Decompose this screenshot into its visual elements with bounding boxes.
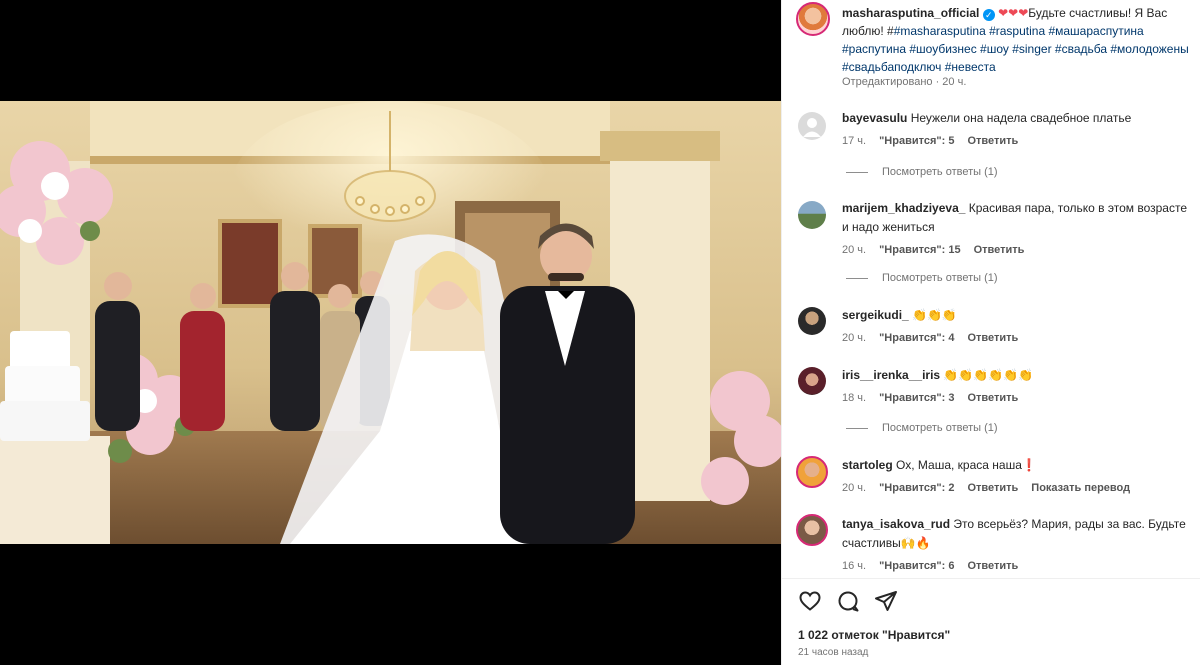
commenter-avatar[interactable] xyxy=(798,367,826,395)
comment-meta: 20 ч. "Нравится": 15 Ответить xyxy=(842,241,1194,260)
commenter-avatar[interactable] xyxy=(798,112,826,140)
comment-time: 18 ч. xyxy=(842,392,867,404)
post-side-panel: masharasputina_official ✓ ❤❤❤Будьте счас… xyxy=(781,0,1200,665)
caption-hashtags[interactable]: #masharasputina #rasputina #машараспутин… xyxy=(842,24,1189,74)
comment-item: startoleg Ох, Маша, краса наша❗ 20 ч. "Нр… xyxy=(842,456,1194,498)
reply-button[interactable]: Ответить xyxy=(967,560,1018,572)
comment-time: 16 ч. xyxy=(842,560,867,572)
likes-count[interactable]: 1 022 отметок "Нравится" xyxy=(798,628,950,642)
comment-time: 20 ч. xyxy=(842,482,867,494)
replies-line xyxy=(846,277,868,279)
verified-badge-icon: ✓ xyxy=(982,9,995,21)
commenter-avatar[interactable] xyxy=(798,201,826,229)
caption-meta: Отредактировано · 20 ч. xyxy=(842,76,967,88)
reply-button[interactable]: Ответить xyxy=(967,392,1018,404)
comment-text: 👏👏👏👏👏👏 xyxy=(943,368,1034,382)
comment-meta: 17 ч. "Нравится": 5 Ответить xyxy=(842,132,1194,151)
view-replies-button[interactable]: Посмотреть ответы (1) xyxy=(846,272,998,284)
comment-likes[interactable]: "Нравится": 15 xyxy=(879,244,960,256)
comment-likes[interactable]: "Нравится": 2 xyxy=(879,482,954,494)
reply-button[interactable]: Ответить xyxy=(967,482,1018,494)
reply-button[interactable]: Ответить xyxy=(974,244,1025,256)
author-avatar[interactable] xyxy=(796,2,830,36)
view-replies-button[interactable]: Посмотреть ответы (1) xyxy=(846,166,998,178)
comment-text: Ох, Маша, краса наша❗ xyxy=(896,458,1037,472)
comment-text: 👏👏👏 xyxy=(912,308,957,322)
post-actions xyxy=(798,589,898,613)
post-caption: masharasputina_official ✓ ❤❤❤Будьте счас… xyxy=(842,4,1198,76)
edited-time: 20 ч. xyxy=(942,76,967,88)
replies-line xyxy=(846,427,868,429)
post-timestamp: 21 часов назад xyxy=(798,647,869,658)
heart-icon[interactable] xyxy=(798,589,822,613)
instagram-post-view: masharasputina_official ✓ ❤❤❤Будьте счас… xyxy=(0,0,1200,665)
view-replies-label: Посмотреть ответы (1) xyxy=(882,422,998,434)
comment-username[interactable]: iris__irenka__iris xyxy=(842,368,940,382)
comment-text: Неужели она надела свадебное платье xyxy=(910,111,1132,125)
media-panel xyxy=(0,0,781,665)
comment-time: 20 ч. xyxy=(842,244,867,256)
default-user-icon xyxy=(803,118,821,137)
comment-icon[interactable] xyxy=(836,589,860,613)
hearts-emoji: ❤❤❤ xyxy=(998,6,1029,20)
comment-item: bayevasulu Неужели она надела свадебное … xyxy=(842,109,1194,151)
comment-likes[interactable]: "Нравится": 4 xyxy=(879,332,954,344)
comment-username[interactable]: tanya_isakova_rud xyxy=(842,517,950,531)
wedding-photo-illustration xyxy=(0,101,781,544)
comment-username[interactable]: bayevasulu xyxy=(842,111,907,125)
comment-meta: 20 ч. "Нравится": 4 Ответить xyxy=(842,329,1194,348)
view-replies-label: Посмотреть ответы (1) xyxy=(882,166,998,178)
commenter-avatar[interactable] xyxy=(796,514,828,546)
comment-likes[interactable]: "Нравится": 3 xyxy=(879,392,954,404)
paper-plane-icon[interactable] xyxy=(874,589,898,613)
comment-item: tanya_isakova_rud Это всерьёз? Мария, ра… xyxy=(842,515,1194,576)
comment-time: 20 ч. xyxy=(842,332,867,344)
comment-meta: 18 ч. "Нравится": 3 Ответить xyxy=(842,389,1194,408)
comment-username[interactable]: sergeikudi_ xyxy=(842,308,909,322)
comment-item: iris__irenka__iris 👏👏👏👏👏👏 18 ч. "Нравится… xyxy=(842,366,1194,408)
commenter-avatar[interactable] xyxy=(796,456,828,488)
comment-meta: 16 ч. "Нравится": 6 Ответить xyxy=(842,557,1194,576)
replies-line xyxy=(846,171,868,173)
comment-likes[interactable]: "Нравится": 6 xyxy=(879,560,954,572)
show-translation-button[interactable]: Показать перевод xyxy=(1031,482,1130,494)
view-replies-label: Посмотреть ответы (1) xyxy=(882,272,998,284)
comment-item: marijem_khadziyeva_ Красивая пара, тольк… xyxy=(842,199,1194,260)
comment-time: 17 ч. xyxy=(842,135,867,147)
comment-likes[interactable]: "Нравится": 5 xyxy=(879,135,954,147)
commenter-avatar[interactable] xyxy=(798,307,826,335)
reply-button[interactable]: Ответить xyxy=(967,332,1018,344)
comment-meta: 20 ч. "Нравится": 2 Ответить Показать перев… xyxy=(842,479,1194,498)
actions-divider xyxy=(782,578,1200,579)
author-username[interactable]: masharasputina_official xyxy=(842,6,979,20)
edited-label: Отредактировано xyxy=(842,76,933,88)
comment-item: sergeikudi_ 👏👏👏 20 ч. "Нравится": 4 Ответи… xyxy=(842,306,1194,348)
post-photo[interactable] xyxy=(0,101,781,544)
comment-username[interactable]: marijem_khadziyeva_ xyxy=(842,201,965,215)
reply-button[interactable]: Ответить xyxy=(967,135,1018,147)
comment-username[interactable]: startoleg xyxy=(842,458,893,472)
view-replies-button[interactable]: Посмотреть ответы (1) xyxy=(846,422,998,434)
